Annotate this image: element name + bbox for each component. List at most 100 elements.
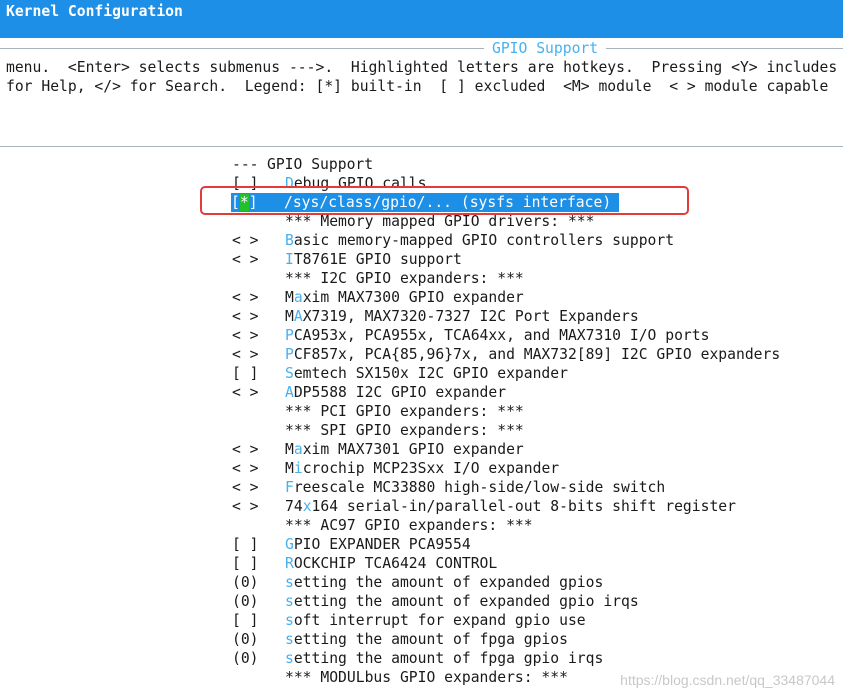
menu-item-label: *** MODULbus GPIO expanders: *** — [285, 668, 568, 687]
window-titlebar: Kernel Configuration — [0, 0, 843, 38]
menu-item-state: [ ] — [232, 536, 259, 553]
hotkey-letter: G — [285, 536, 294, 553]
hotkey-letter: A — [293, 308, 303, 325]
menu-item-label: setting the amount of fpga gpio irqs — [285, 649, 603, 668]
menu-item-state: < > — [232, 232, 259, 249]
dialog-frame-top — [0, 48, 843, 49]
menu-item-label: Basic memory-mapped GPIO controllers sup… — [285, 231, 674, 250]
menu-item-label: MAX7319, MAX7320-7327 I2C Port Expanders — [285, 307, 639, 326]
help-line-2: for Help, </> for Search. Legend: [*] bu… — [6, 78, 829, 95]
menu-frame-top — [0, 146, 843, 147]
label-text: crochip MCP23Sxx I/O expander — [302, 460, 560, 477]
hotkey-letter: a — [293, 441, 303, 458]
menu-item-label: setting the amount of expanded gpio irqs — [285, 592, 639, 611]
help-line-1: menu. <Enter> selects submenus --->. Hig… — [6, 59, 838, 76]
label-text: CA953x, PCA955x, TCA64xx, and MAX7310 I/… — [293, 327, 710, 344]
watermark: https://blog.csdn.net/qq_33487044 — [620, 672, 835, 688]
menu-item-state: < > — [232, 289, 259, 306]
menu-item-state: < > — [232, 498, 259, 515]
hotkey-letter: i — [293, 460, 303, 477]
hotkey-letter: P — [285, 327, 294, 344]
hotkey-letter: R — [285, 555, 294, 572]
menu-item-label: PCA953x, PCA955x, TCA64xx, and MAX7310 I… — [285, 326, 709, 345]
menu-item-label: Freescale MC33880 high-side/low-side swi… — [285, 478, 665, 497]
label-text: etting the amount of fpga gpio irqs — [293, 650, 604, 667]
label-text: emtech SX150x I2C GPIO expander — [293, 365, 568, 382]
menu-item-state: --- — [232, 156, 259, 173]
menu-item-label: GPIO Support — [267, 155, 373, 174]
menu-item-state: < > — [232, 251, 259, 268]
menu-item-label: *** PCI GPIO expanders: *** — [285, 402, 524, 421]
menu-item-state: (0) — [232, 574, 259, 591]
hotkey-letter: s — [285, 574, 294, 591]
label-text: PIO EXPANDER PCA9554 — [293, 536, 471, 553]
label-text: X7319, MAX7320-7327 I2C Port Expanders — [302, 308, 639, 325]
hotkey-letter: A — [285, 384, 294, 401]
menu-item-label: Maxim MAX7300 GPIO expander — [285, 288, 524, 307]
label-text: *** I2C GPIO expanders: *** — [285, 270, 524, 287]
label-text: oft interrupt for expand gpio use — [293, 612, 586, 629]
label-prefix: M — [285, 308, 294, 325]
menu-item-state: < > — [232, 327, 259, 344]
hotkey-letter: a — [293, 289, 303, 306]
menu-item-state: < > — [232, 308, 259, 325]
label-text: *** Memory mapped GPIO drivers: *** — [285, 213, 595, 230]
menu-item-state: (0) — [232, 593, 259, 610]
label-text: etting the amount of fpga gpios — [293, 631, 568, 648]
dialog-title: GPIO Support — [484, 40, 607, 57]
menu-item-state: (0) — [232, 650, 259, 667]
menu-item-state: (0) — [232, 631, 259, 648]
menu-item-label: 74x164 serial-in/parallel-out 8-bits shi… — [285, 497, 736, 516]
label-text: xim MAX7300 GPIO expander — [302, 289, 524, 306]
hotkey-letter: s — [285, 593, 294, 610]
label-text: CF857x, PCA{85,96}7x, and MAX732[89] I2C… — [293, 346, 781, 363]
label-prefix: M — [285, 441, 294, 458]
label-text: GPIO Support — [267, 156, 374, 173]
label-prefix: M — [285, 460, 294, 477]
menu-item-label: Semtech SX150x I2C GPIO expander — [285, 364, 568, 383]
hotkey-letter: F — [285, 479, 294, 496]
label-text: reescale MC33880 high-side/low-side swit… — [293, 479, 666, 496]
label-prefix: M — [285, 289, 294, 306]
menu-item-label: IT8761E GPIO support — [285, 250, 462, 269]
menu-item-state: < > — [232, 479, 259, 496]
menu-item-label: ROCKCHIP TCA6424 CONTROL — [285, 554, 497, 573]
menu-item-state: < > — [232, 384, 259, 401]
label-text: etting the amount of expanded gpios — [293, 574, 604, 591]
hotkey-letter: s — [285, 650, 294, 667]
menu-item-label: *** I2C GPIO expanders: *** — [285, 269, 524, 288]
menu-item-state: [ ] — [232, 365, 259, 382]
menu-item-label: Maxim MAX7301 GPIO expander — [285, 440, 524, 459]
label-text: *** SPI GPIO expanders: *** — [285, 422, 524, 439]
menu-item-state: [ ] — [232, 555, 259, 572]
menu-item-state: < > — [232, 346, 259, 363]
label-text: *** MODULbus GPIO expanders: *** — [285, 669, 568, 686]
menu-item-label: PCF857x, PCA{85,96}7x, and MAX732[89] I2… — [285, 345, 780, 364]
label-text: T8761E GPIO support — [293, 251, 462, 268]
label-text: etting the amount of expanded gpio irqs — [293, 593, 639, 610]
menu-item-label: soft interrupt for expand gpio use — [285, 611, 586, 630]
menu-item-label: GPIO EXPANDER PCA9554 — [285, 535, 471, 554]
menu-item-state: < > — [232, 441, 259, 458]
menu-item-label: setting the amount of expanded gpios — [285, 573, 603, 592]
label-text: asic memory-mapped GPIO controllers supp… — [293, 232, 675, 249]
menu-item-label: *** SPI GPIO expanders: *** — [285, 421, 524, 440]
menu-item-state: [ ] — [232, 612, 259, 629]
hotkey-letter: P — [285, 346, 294, 363]
label-text: OCKCHIP TCA6424 CONTROL — [293, 555, 498, 572]
label-text: DP5588 I2C GPIO expander — [293, 384, 507, 401]
hotkey-letter: s — [285, 631, 294, 648]
annotation-highlight-box — [200, 186, 689, 215]
label-text: *** AC97 GPIO expanders: *** — [285, 517, 533, 534]
label-prefix: 74 — [285, 498, 303, 515]
menu-item-label: *** AC97 GPIO expanders: *** — [285, 516, 533, 535]
hotkey-letter: x — [302, 498, 312, 515]
hotkey-letter: B — [285, 232, 294, 249]
menu-item-state: < > — [232, 460, 259, 477]
label-text: *** PCI GPIO expanders: *** — [285, 403, 524, 420]
menu-item-label: setting the amount of fpga gpios — [285, 630, 568, 649]
label-text: xim MAX7301 GPIO expander — [302, 441, 524, 458]
hotkey-letter: I — [285, 251, 294, 268]
window-title: Kernel Configuration — [6, 3, 183, 20]
menu-item-label: ADP5588 I2C GPIO expander — [285, 383, 506, 402]
